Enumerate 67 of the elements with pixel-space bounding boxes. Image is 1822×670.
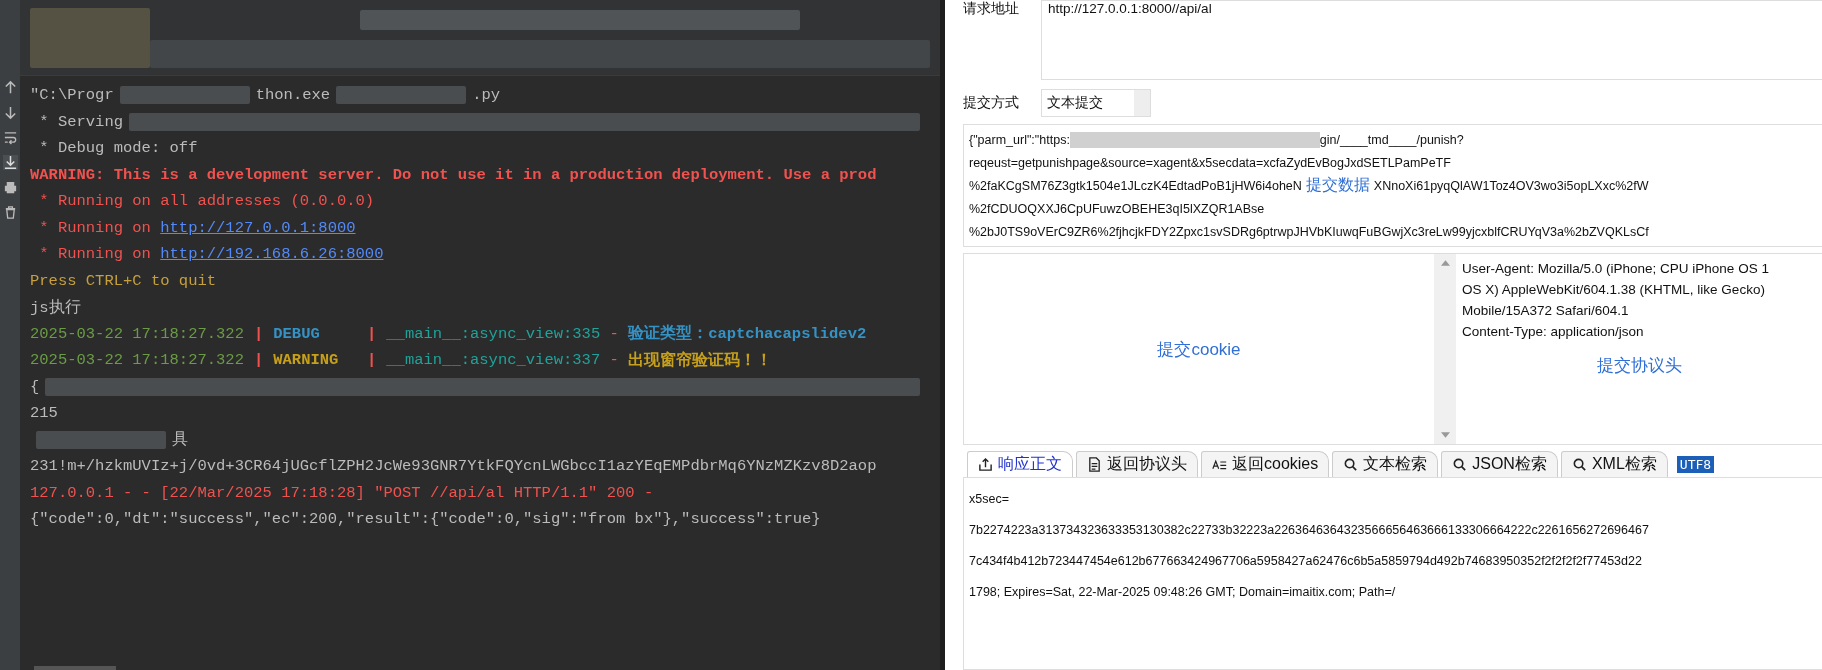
console-text: * Running on all addresses (0.0.0.0): [38, 192, 375, 211]
url-label: 请求地址: [963, 0, 1020, 18]
body-text: gin/____tmd____/punish?: [1319, 132, 1464, 147]
console-text: .py: [472, 86, 501, 105]
console-text: 2025-03-22 17:18:27.322: [30, 324, 244, 343]
response-text: x5sec=: [969, 491, 1010, 508]
scrollbar-thumb[interactable]: [34, 666, 116, 670]
console-text: -: [608, 324, 620, 343]
console-text: "C:\Progr: [30, 86, 114, 105]
console-text: -: [608, 351, 620, 370]
response-text: 1798; Expires=Sat, 22-Mar-2025 09:48:26 GMT; Domain=imaitix.com; Path=/: [969, 584, 1397, 601]
body-text: reqeust=getpunishpage&source=xagent&x5secdata=xcfaZydEvBogJxdSETLPamPeTF: [969, 155, 1451, 170]
console-text: 出现窗帘验证码！！: [628, 350, 773, 371]
console-text: * Serving: [38, 112, 123, 131]
console-text: 具: [172, 430, 188, 451]
console-text: 2025-03-22 17:18:27.322: [30, 351, 244, 370]
console-text: * Running on: [38, 218, 152, 237]
separator-text: |: [366, 351, 377, 370]
body-text: %2bJ0TS9oVErC9ZR6%2fjhcjkFDY2Zpxc1svSDRg6ptrwpJHVbKIuwqFuBGwjXc3reLw99yjcxblfCRUYqV3a%2bZVQKLsCf: [969, 224, 1649, 239]
console-text: __main__:async_view:337: [386, 351, 601, 370]
console-text: 127.0.0.1 - - [22/Mar/2025 17:18:28] "POST //api/al HTTP/1.1" 200 -: [30, 483, 654, 502]
response-tab[interactable]: 返回协议头: [1076, 451, 1198, 477]
search-icon: [1571, 457, 1587, 472]
body-text: XNnoXi61pyqQlAW1Toz4OV3wo3i5opLXxc%2fW: [1373, 178, 1649, 193]
body-text: %2fCDUOQXXJ6CpUFuwzOBEHE3qI5lXZQR1ABse: [969, 201, 1265, 216]
console-text: {"code":0,"dt":"success","ec":200,"result":{"code":0,"sig":"from bx"},"success":true}: [30, 510, 821, 529]
response-tab[interactable]: JSON检索: [1441, 451, 1558, 477]
response-text: 7c434f4b412b723447454e612b677663424967706a5958427a62476c6b5a5859794d492b74683950352f2f2f2f2f77453d22: [969, 553, 1643, 570]
body-field[interactable]: [963, 124, 1822, 247]
console-text: 215: [30, 404, 58, 423]
document-icon: [1087, 457, 1102, 472]
search-icon: [1452, 457, 1468, 472]
console-text: {: [30, 377, 40, 396]
separator-text: |: [253, 324, 264, 343]
separator-text: |: [253, 351, 264, 370]
method-label: 提交方式: [963, 94, 1020, 112]
search-icon: [1343, 457, 1359, 472]
response-tab[interactable]: XML检索: [1560, 451, 1668, 477]
console-text: 验证类型：captchacapslidev2: [628, 323, 867, 345]
export-icon: [978, 457, 993, 472]
response-tab[interactable]: 返回cookies: [1201, 451, 1330, 477]
url-link[interactable]: http://192.168.6.26:8000: [160, 245, 384, 264]
url-link[interactable]: http://127.0.0.1:8000: [160, 218, 356, 237]
attribute-icon: [1212, 457, 1227, 472]
console-text: Press CTRL+C to quit: [30, 271, 217, 290]
response-tab[interactable]: 文本检索: [1332, 451, 1439, 477]
console-text: __main__:async_view:335: [386, 324, 601, 343]
method-dropdown[interactable]: 文本提交: [1041, 89, 1151, 117]
separator-text: |: [366, 324, 377, 343]
console-text: thon.exe: [255, 86, 331, 105]
response-tab[interactable]: 响应正文: [967, 451, 1073, 477]
url-field[interactable]: http://127.0.0.1:8000//api/al: [1041, 0, 1822, 80]
console-text: js执行: [30, 297, 81, 318]
body-text: {"parm_url":"https:: [969, 132, 1070, 147]
console-text: 231!m+/hzkmUVIz+j/0vd+3CR64jUGcflZPH2JcWe93GNR7YtkFQYcnLWGbccI1azYEqEMPdbrMq6YNzMZKzv8D2aop: [30, 457, 877, 476]
scroll-to-end-icon[interactable]: [2, 155, 18, 170]
encoding-badge[interactable]: UTF8: [1676, 456, 1715, 473]
console-text: WARNING: [273, 351, 340, 370]
console-text: DEBUG: [273, 324, 321, 343]
console-text: WARNING: This is a development server. Do not use it in a production deployment. Use a prod: [30, 165, 877, 184]
body-hint: 提交数据: [1305, 175, 1370, 195]
body-text: %2faKCgSM76Z3gtk1504e1JLczK4EdtadPoB1jHW6i4oheN: [969, 178, 1302, 193]
print-icon[interactable]: [2, 180, 18, 195]
response-text: 7b2274223a313734323633353130382c22733b32223a2263646364323566656463666133306664222c2261656272696467: [969, 522, 1650, 539]
console-text: * Running on: [38, 245, 152, 264]
wrap-icon[interactable]: [2, 130, 18, 145]
console-text: * Debug mode: off: [38, 139, 198, 158]
